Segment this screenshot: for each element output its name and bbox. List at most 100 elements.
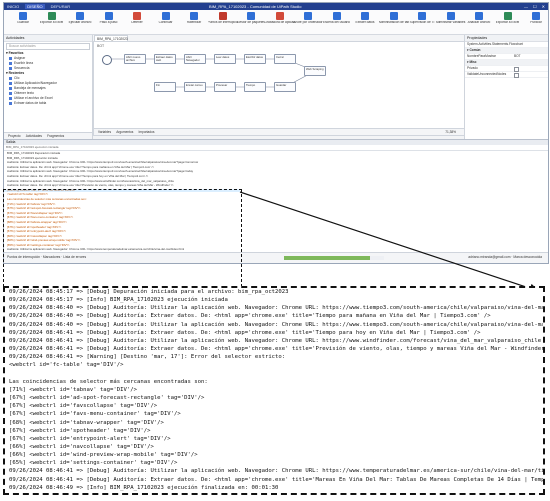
activity-label: ▾ Recientes (6, 71, 25, 75)
log-line: 09/26/2024 08:46:41 => [Debug] Auditoría… (9, 337, 542, 344)
ribbon-button-5[interactable]: Continuar (151, 11, 181, 32)
play-icon (76, 12, 84, 20)
ribbon-button-10[interactable]: Anote por ordenador (293, 11, 323, 32)
tab-fragmentos[interactable]: Fragmentos (47, 134, 64, 138)
ribbon-button-label: Continuar (158, 21, 173, 24)
variables-icon (446, 12, 455, 20)
flow-node[interactable]: Leer datos (214, 54, 236, 64)
ribbon-button-1[interactable]: Exportar a Excel (37, 11, 67, 32)
zoom-level[interactable]: 71,38% (445, 129, 456, 135)
ribbon-button-13[interactable]: Administración de tablas (379, 11, 409, 32)
ribbon-button-7[interactable]: Puntos de interrupción (208, 11, 238, 32)
tab-inicio[interactable]: INICIO (7, 4, 19, 9)
flow-node[interactable]: Guardar (274, 82, 296, 92)
ribbon-button-11[interactable]: Escena del usuario (322, 11, 352, 32)
flow-node[interactable]: Abrir Navegador (184, 54, 206, 64)
log-line: [66%] <webctrl id='wind-preview-wrap-mob… (9, 452, 198, 459)
property-label: ▾ Misc (467, 60, 477, 64)
left-panel-tabs: Proyecto Actividades Fragmentos (4, 132, 92, 139)
output-panel: Salida BIM_RPA_17102023 ejecución inicia… (4, 139, 548, 261)
log-line: [71%] <webctrl id='tabnav' tag='DIV'/> (9, 386, 137, 393)
property-row[interactable]: ValidateUnconnectedNodes (465, 72, 548, 78)
log-line: 09/26/2024 08:46:41 => [Warning] [Destin… (9, 354, 286, 361)
activity-icon (9, 91, 12, 95)
flow-node[interactable]: Cerrar (274, 54, 296, 64)
flow-node[interactable]: Enviar correo (184, 82, 206, 92)
tab-depurar[interactable]: DEPURAR (51, 4, 71, 9)
extract-icon (361, 12, 369, 20)
ribbon-button-label: Ejecutar archivo (68, 21, 92, 24)
status-progress (284, 256, 384, 260)
flow-start-node[interactable] (102, 55, 112, 65)
ribbon-button-15[interactable]: Administrar variables (436, 11, 466, 32)
flow-node[interactable]: Extraer datos web (154, 54, 176, 64)
ribbon-button-label: Anote por ordenador (293, 21, 323, 24)
log-line: 09/26/2024 08:46:41 => [Debug] Auditoría… (9, 329, 481, 336)
ribbon-button-16[interactable]: Analizar archivo (464, 11, 494, 32)
flowchart-canvas[interactable]: BOT Abrir nuevo archivo Extraer datos web… (93, 41, 465, 130)
ribbon-button-17[interactable]: Exportar a Excel (493, 11, 523, 32)
maximize-button[interactable]: ☐ (533, 4, 537, 9)
ribbon-button-label: Publicar (530, 21, 542, 24)
canvas-bottom-tabs: Variables Argumentos Importados 71,38% (93, 128, 465, 136)
window-title: BIM_RPA_17102023 - Comunidad de UiPath S… (209, 4, 302, 9)
output-selection-highlight (3, 189, 240, 192)
tab-importados[interactable]: Importados (139, 130, 155, 134)
properties-title: Propiedades (465, 35, 548, 42)
package-icon (247, 12, 255, 20)
ribbon-button-8[interactable]: Gestor de paquetes (236, 11, 266, 32)
status-left: Puntos de interrupción · Marcadores · Li… (7, 255, 87, 259)
log-line: 09/26/2024 08:45:17 => [Info] BIM_RPA_17… (9, 297, 228, 304)
close-button[interactable]: ✕ (542, 4, 545, 9)
log-line: 09/26/2024 08:45:17 => [Debug] Depuració… (9, 289, 289, 295)
ribbon-tabs: INICIO DISEÑO DEPURAR (7, 4, 70, 9)
tab-variables[interactable]: Variables (98, 130, 111, 134)
excel-icon (47, 12, 56, 20)
activity-label: Asignar (14, 56, 26, 60)
notes-icon (304, 12, 312, 20)
activities-panel-title: Actividades (4, 35, 92, 42)
tab-argumentos[interactable]: Argumentos (116, 130, 133, 134)
flow-node[interactable]: Abrir nuevo archivo (124, 54, 146, 64)
activity-icon (9, 101, 12, 105)
ribbon-button-9[interactable]: Grabadora de aplicaciones web (265, 11, 295, 32)
flow-node[interactable]: Fin (154, 82, 176, 92)
activity-label: ▾ Favoritos (6, 51, 24, 55)
ribbon-button-label: Extraer datos (355, 21, 375, 24)
property-checkbox[interactable] (514, 73, 519, 78)
breakpoint-icon (218, 12, 227, 20)
activity-icon (9, 66, 12, 70)
analyze-icon (475, 12, 483, 20)
activity-icon (9, 81, 12, 85)
ribbon-button-0[interactable]: Guardar (8, 11, 38, 32)
ribbon-button-label: Gestor de paquetes (237, 21, 265, 24)
flow-node[interactable]: Escribir datos (244, 54, 266, 64)
log-line: [67%] <webctrl id='ad-spot-forecast-rect… (9, 395, 205, 402)
log-line: 09/26/2024 08:46:41 => [Debug] Auditoría… (9, 476, 545, 483)
window-controls: — ☐ ✕ (524, 4, 545, 9)
property-value[interactable]: BOT (514, 54, 521, 59)
flow-node[interactable]: Web Scraping (304, 66, 326, 76)
minimize-button[interactable]: — (524, 4, 528, 9)
activity-icon (9, 86, 12, 90)
ribbon-button-6[interactable]: Ralentizar (179, 11, 209, 32)
tab-proyecto[interactable]: Proyecto (8, 134, 21, 138)
ribbon-button-18[interactable]: Publicar (521, 11, 548, 32)
log-line: [67%] <webctrl id='entrypoint-alert' tag… (9, 435, 171, 442)
property-label: ValidateUnconnectedNodes (467, 72, 507, 76)
ribbon-button-14[interactable]: Supervisión de TI (407, 11, 437, 32)
flow-node[interactable]: Procesar (214, 82, 236, 92)
ribbon-button-4[interactable]: Detener (122, 11, 152, 32)
ribbon-button-2[interactable]: Ejecutar archivo (65, 11, 95, 32)
ribbon-button-label: Supervisión de TI (409, 21, 435, 24)
tab-diseno[interactable]: DISEÑO (25, 4, 45, 9)
activities-search-input[interactable]: Buscar actividades (6, 43, 90, 50)
status-user: adriano.miranda@gmail.com · Marca descon… (468, 255, 542, 259)
ribbon-button-3[interactable]: Paso a paso (94, 11, 124, 32)
ribbon-button-12[interactable]: Extraer datos (350, 11, 380, 32)
log-line: [67%] <webctrl id='favscollapse' tag='DI… (9, 403, 158, 410)
ribbon-button-label: Administración de tablas (378, 21, 409, 24)
activity-item[interactable]: Extraer datos de tabla (4, 101, 92, 106)
tab-actividades[interactable]: Actividades (26, 134, 42, 138)
flow-node[interactable]: Tiempo (244, 82, 266, 92)
